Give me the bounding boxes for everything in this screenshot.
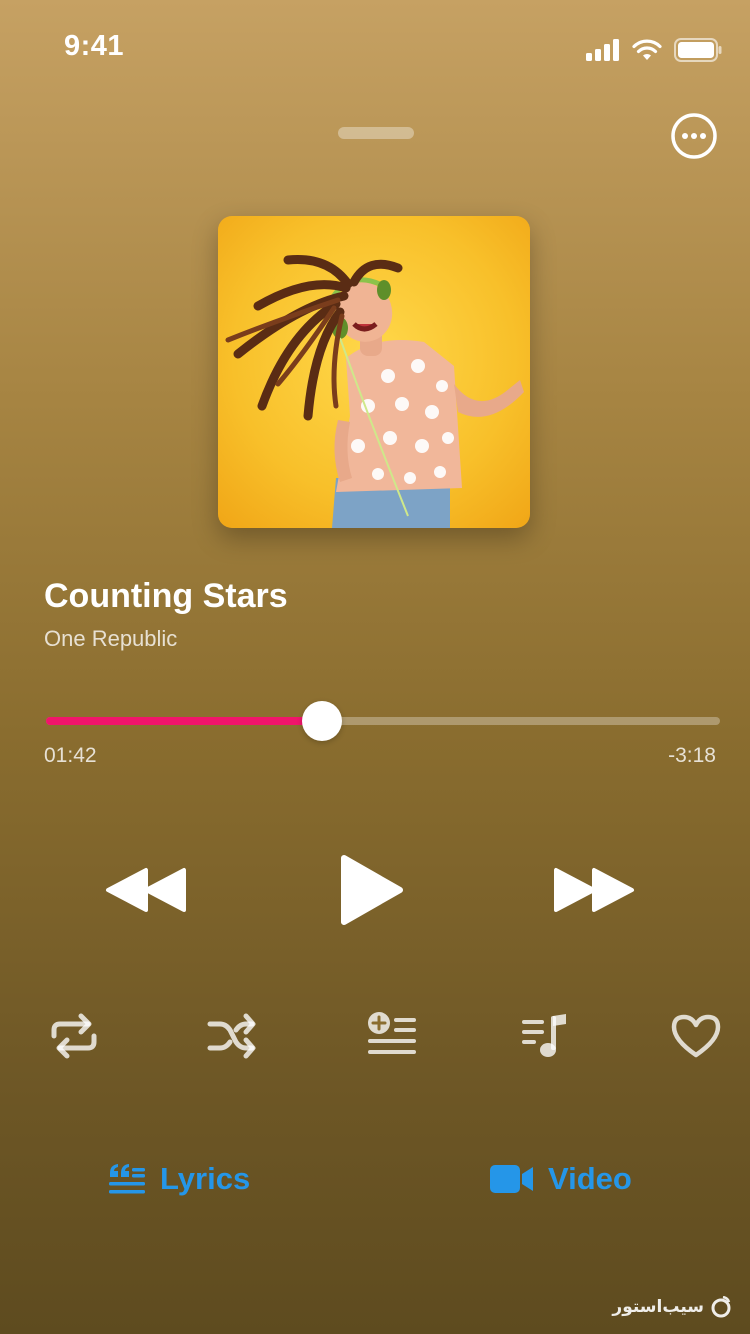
artist-name[interactable]: One Republic [44,626,177,652]
drag-handle[interactable] [338,127,414,139]
album-art [218,216,530,528]
watermark: سیب‌استور [612,1296,732,1318]
lyrics-label: Lyrics [160,1161,251,1196]
ellipsis-circle-icon[interactable] [670,112,718,160]
status-time: 9:41 [64,30,125,62]
progress-thumb[interactable] [301,701,342,741]
rewind-icon[interactable] [104,866,188,914]
signal-icon [586,39,619,61]
elapsed-time: 01:42 [44,744,97,767]
progress-fill [46,717,322,725]
video-button[interactable]: Video [490,1158,632,1200]
lyrics-quote-icon [109,1164,145,1194]
watermark-text: سیب‌استور [612,1297,704,1316]
queue-add-icon[interactable] [366,1012,418,1060]
watermark-logo-icon [711,1296,731,1318]
song-title: Counting Stars [44,577,288,615]
battery-icon [674,38,722,62]
remaining-time: -3:18 [668,744,716,767]
video-camera-icon [490,1165,533,1193]
play-icon[interactable] [336,852,406,928]
lyrics-button[interactable]: Lyrics [108,1158,250,1200]
video-label: Video [548,1161,632,1196]
wifi-icon [632,39,662,60]
status-icons [586,36,722,64]
fast-forward-icon[interactable] [552,866,636,914]
playlist-icon[interactable] [520,1012,572,1060]
heart-icon[interactable] [670,1012,722,1060]
progress-slider[interactable] [46,701,720,741]
shuffle-icon[interactable] [206,1012,258,1060]
repeat-icon[interactable] [48,1012,100,1060]
